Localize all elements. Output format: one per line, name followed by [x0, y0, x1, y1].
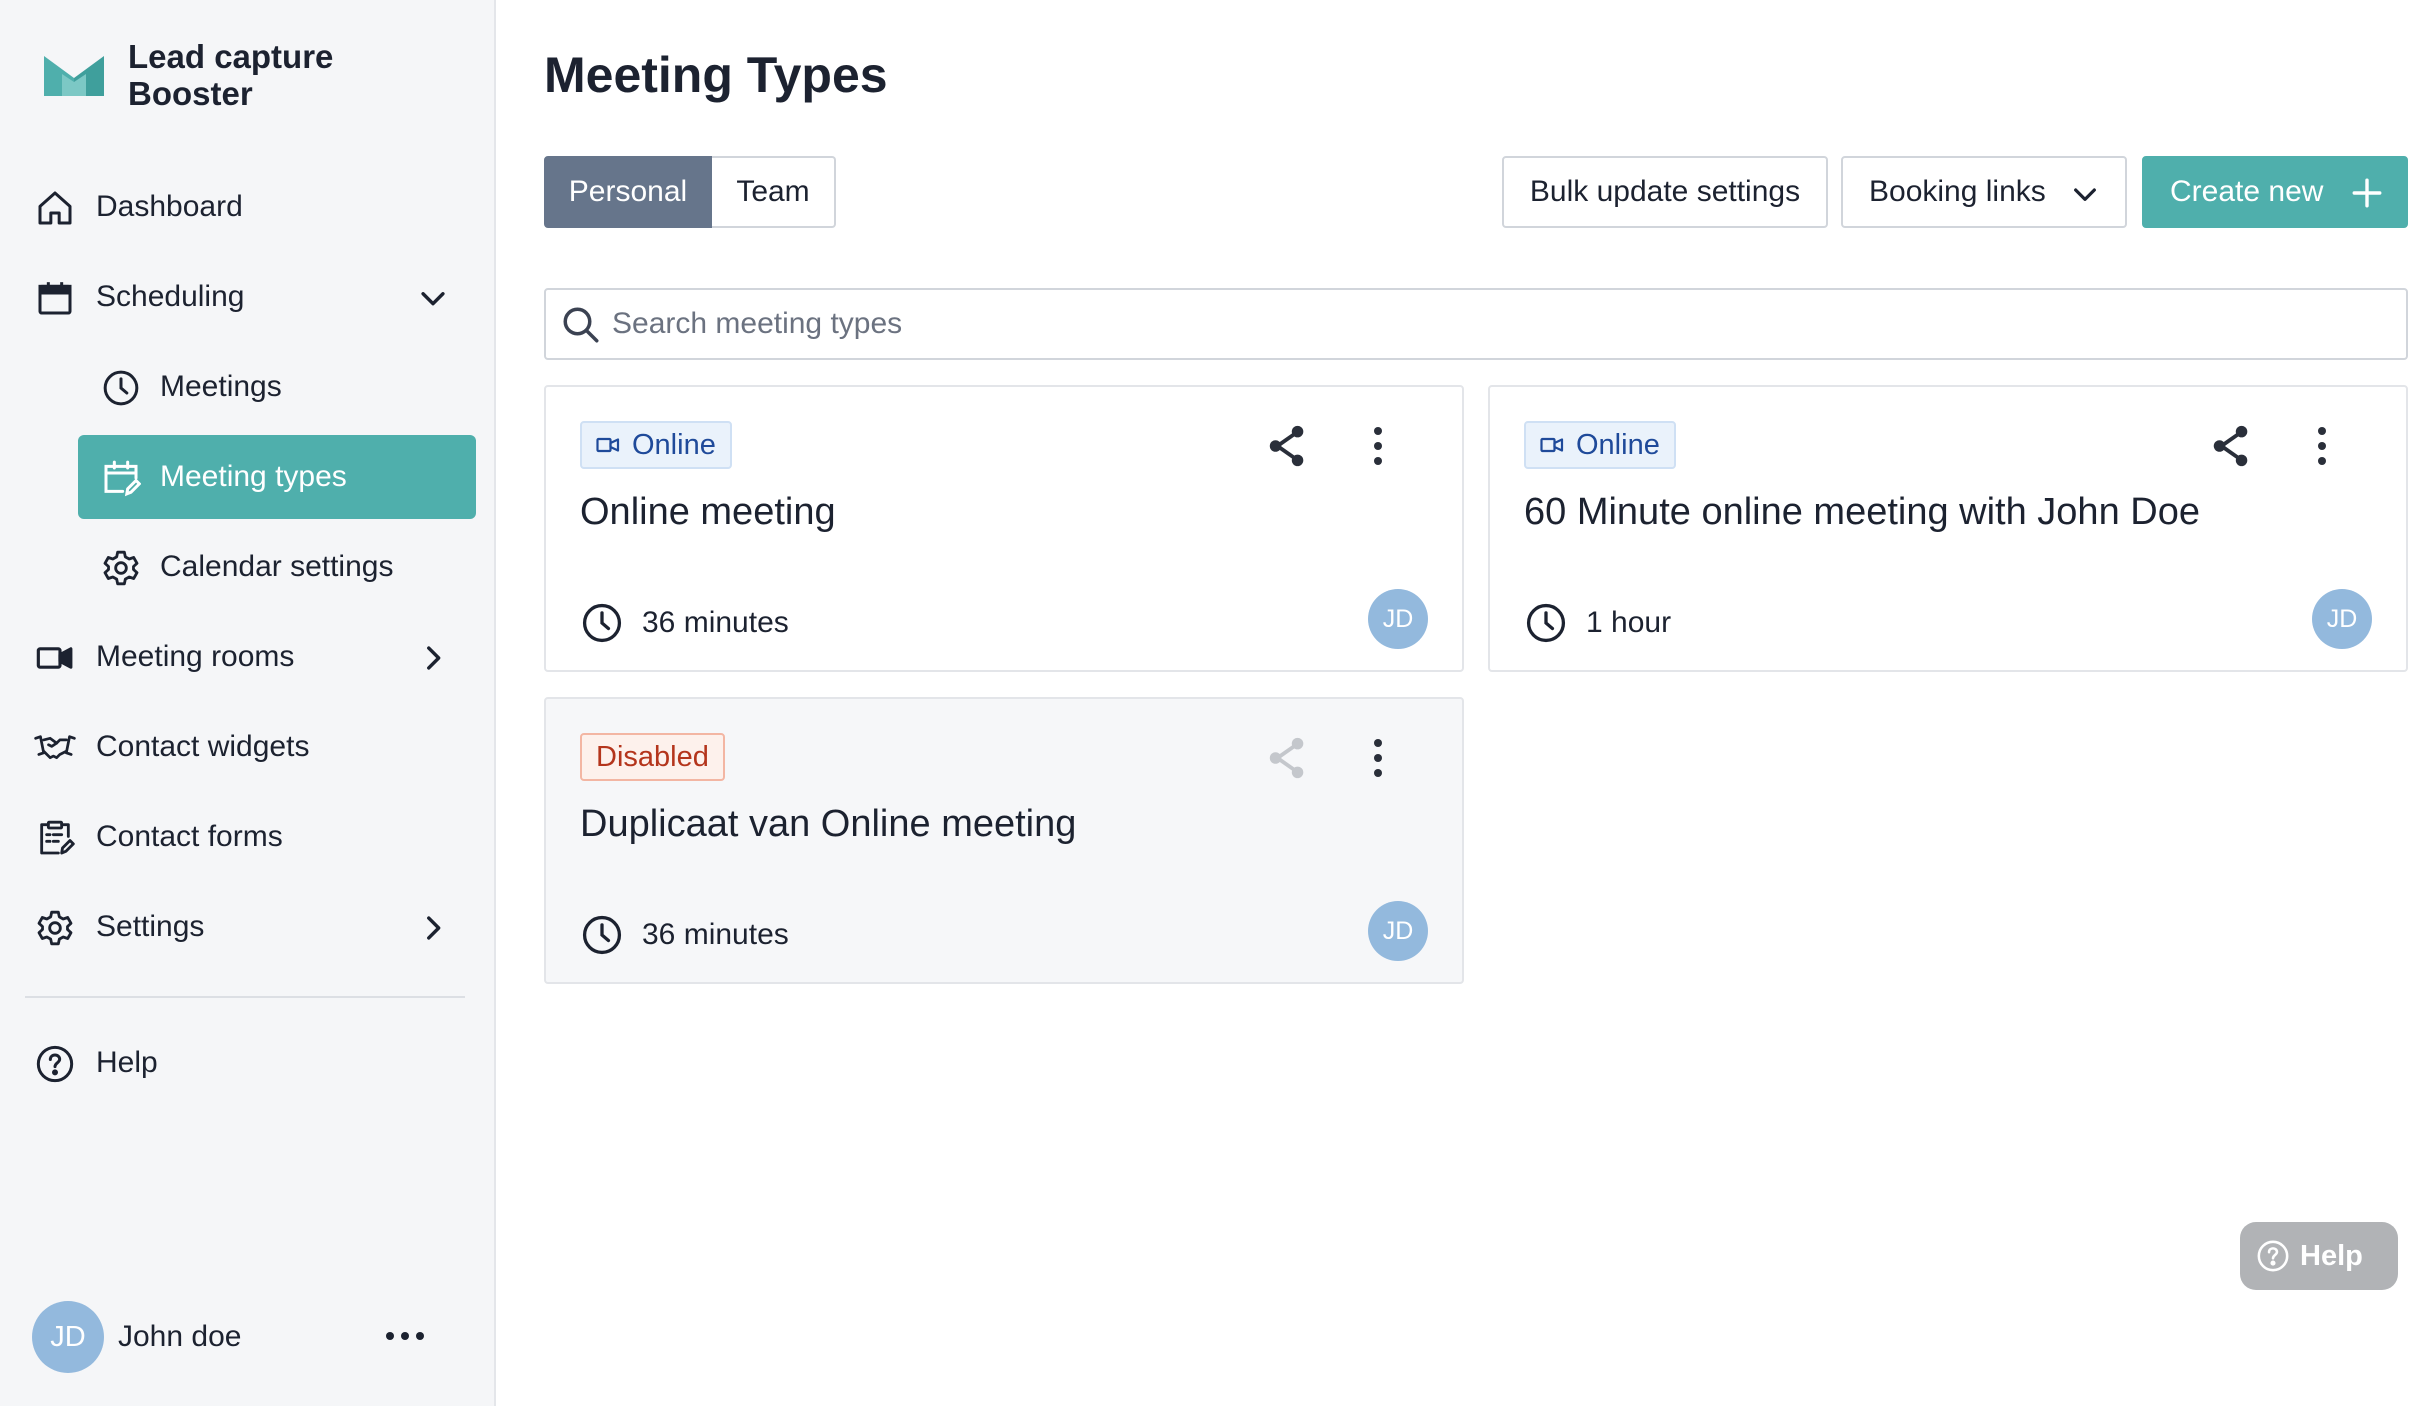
card-title[interactable]: Duplicaat van Online meeting [580, 803, 1076, 846]
sidebar-item-label: Contact forms [96, 820, 283, 853]
status-badge: Online [1524, 421, 1676, 469]
sidebar-item-settings[interactable]: Settings [0, 885, 496, 969]
sidebar-item-meeting-rooms[interactable]: Meeting rooms [0, 615, 496, 699]
button-label: Bulk update settings [1529, 175, 1801, 208]
sidebar-item-label: Dashboard [96, 190, 243, 223]
avatar: JD [32, 1301, 104, 1373]
bulk-update-settings-button[interactable]: Bulk update settings [1502, 156, 1828, 228]
sidebar-item-label: Contact widgets [96, 730, 310, 763]
avatar: JD [2312, 589, 2372, 649]
search-box [544, 288, 2408, 360]
share-icon[interactable] [2208, 423, 2254, 469]
sidebar-item-label: Meeting rooms [96, 640, 295, 673]
calendar-edit-icon [100, 457, 142, 499]
sidebar-item-calendar-settings[interactable]: Calendar settings [0, 525, 496, 609]
user-name: John doe [118, 1320, 242, 1353]
sidebar-nav: Dashboard Scheduling Meetings Meeting ty… [0, 165, 496, 969]
badge-label: Online [632, 428, 716, 461]
avatar: JD [1368, 589, 1428, 649]
handshake-icon [34, 727, 76, 769]
gear-icon [100, 547, 142, 589]
personal-team-toggle: Personal Team [544, 156, 836, 228]
duration-label: 1 hour [1586, 606, 1672, 639]
duration-label: 36 minutes [642, 918, 789, 951]
chevron-down-icon[interactable] [416, 281, 450, 315]
button-label: Booking links [1869, 175, 2046, 208]
card-title[interactable]: 60 Minute online meeting with John Doe [1524, 491, 2200, 534]
sidebar-item-label: Calendar settings [160, 550, 394, 583]
share-icon[interactable] [1264, 423, 1310, 469]
home-icon [34, 187, 76, 229]
plus-icon [2352, 178, 2382, 208]
duration-label: 36 minutes [642, 606, 789, 639]
meeting-type-card[interactable]: Online Online meeting 36 minutes JD [544, 385, 1464, 672]
brand[interactable]: Lead capture Booster [42, 38, 388, 112]
sidebar-item-label: Scheduling [96, 280, 245, 313]
page-title: Meeting Types [544, 47, 888, 103]
video-icon [1540, 437, 1564, 453]
tab-personal[interactable]: Personal [544, 156, 712, 228]
chevron-right-icon[interactable] [416, 641, 450, 675]
duration: 1 hour [1524, 601, 1671, 645]
status-badge: Disabled [580, 733, 725, 781]
badge-label: Disabled [596, 740, 709, 773]
help-widget-label: Help [2300, 1239, 2363, 1272]
more-horizontal-icon[interactable] [380, 1321, 430, 1351]
sidebar-item-contact-forms[interactable]: Contact forms [0, 795, 496, 879]
more-vertical-icon[interactable] [1366, 735, 1390, 781]
clock-icon [1526, 603, 1566, 643]
gear-icon [34, 907, 76, 949]
more-vertical-icon[interactable] [1366, 423, 1390, 469]
duration: 36 minutes [580, 601, 789, 645]
sidebar-item-label: Help [96, 1046, 158, 1079]
booking-links-dropdown[interactable]: Booking links [1841, 156, 2127, 228]
user-profile[interactable]: JD John doe [32, 1301, 472, 1373]
main-content: Meeting Types Personal Team Bulk update … [496, 0, 2430, 1406]
video-icon [596, 437, 620, 453]
sidebar-item-contact-widgets[interactable]: Contact widgets [0, 705, 496, 789]
create-new-button[interactable]: Create new [2142, 156, 2408, 228]
meeting-type-card[interactable]: Disabled Duplicaat van Online meeting 36… [544, 697, 1464, 984]
help-widget-button[interactable]: Help [2240, 1222, 2398, 1290]
video-icon [34, 637, 76, 679]
sidebar-item-label: Meetings [160, 370, 282, 403]
sidebar-item-meetings[interactable]: Meetings [0, 345, 496, 429]
form-icon [34, 817, 76, 859]
status-badge: Online [580, 421, 732, 469]
clock-icon [582, 915, 622, 955]
sidebar: Lead capture Booster Dashboard Schedulin… [0, 0, 496, 1406]
brand-name: Lead capture Booster [128, 38, 334, 112]
chevron-right-icon[interactable] [416, 911, 450, 945]
meeting-type-card[interactable]: Online 60 Minute online meeting with Joh… [1488, 385, 2408, 672]
sidebar-item-label: Meeting types [160, 460, 347, 493]
clock-icon [100, 367, 142, 409]
badge-label: Online [1576, 428, 1660, 461]
share-icon[interactable] [1264, 735, 1310, 781]
sidebar-divider [25, 996, 465, 998]
calendar-icon [34, 277, 76, 319]
help-circle-icon [34, 1043, 76, 1085]
button-label: Create new [2170, 175, 2324, 208]
sidebar-item-scheduling[interactable]: Scheduling [0, 255, 496, 339]
avatar: JD [1368, 901, 1428, 961]
search-input[interactable] [612, 294, 2392, 354]
duration: 36 minutes [580, 913, 789, 957]
help-circle-icon [2257, 1240, 2289, 1272]
clock-icon [582, 603, 622, 643]
chevron-down-icon [2074, 188, 2096, 201]
search-icon [563, 307, 599, 343]
card-title[interactable]: Online meeting [580, 491, 836, 534]
brand-logo-icon [44, 56, 104, 96]
sidebar-item-meeting-types[interactable]: Meeting types [78, 435, 476, 519]
tab-team[interactable]: Team [712, 156, 836, 228]
sidebar-item-help[interactable]: Help [0, 1021, 496, 1105]
sidebar-item-dashboard[interactable]: Dashboard [0, 165, 496, 249]
sidebar-item-label: Settings [96, 910, 205, 943]
more-vertical-icon[interactable] [2310, 423, 2334, 469]
